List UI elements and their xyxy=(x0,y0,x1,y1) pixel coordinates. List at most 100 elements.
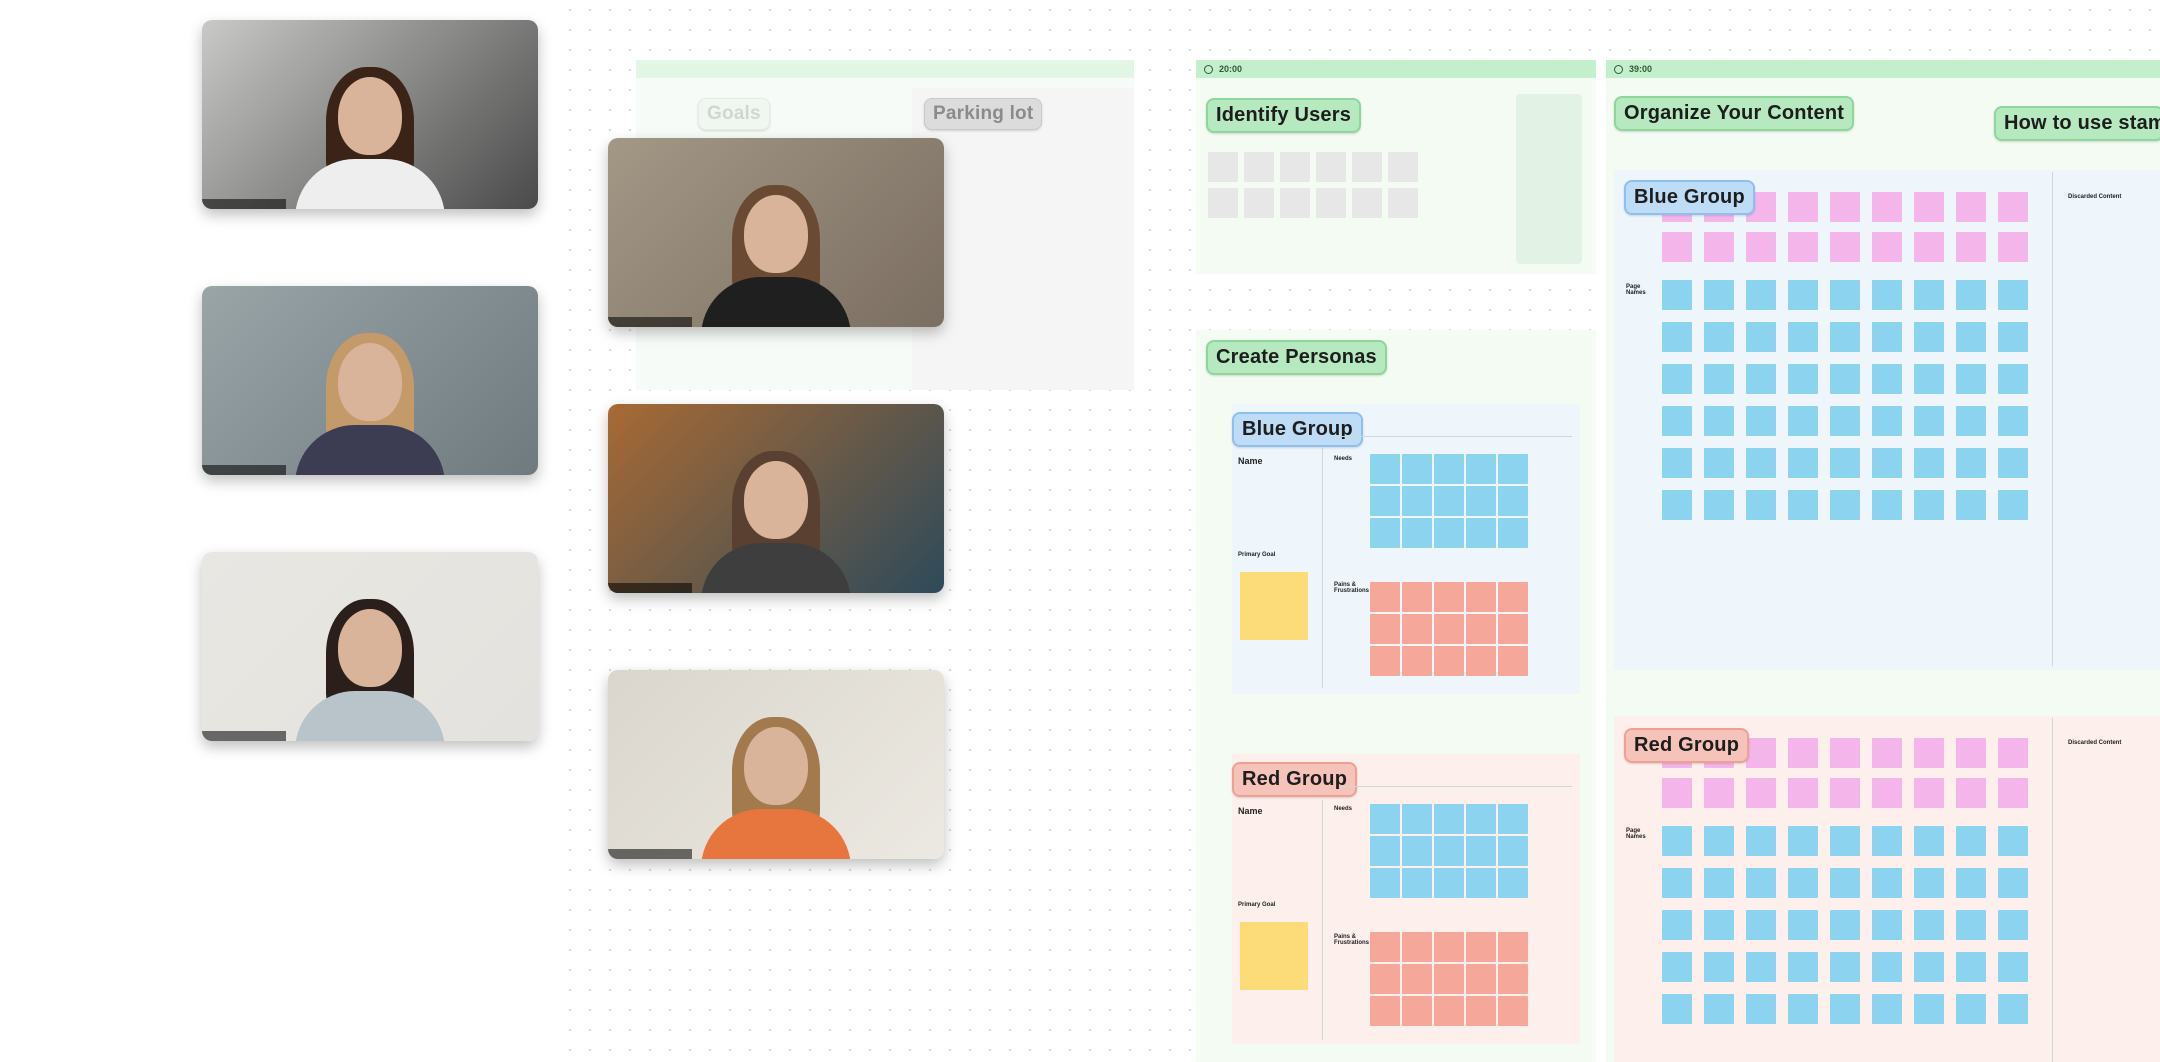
content-sticky[interactable] xyxy=(1956,448,1986,478)
content-sticky[interactable] xyxy=(1746,280,1776,310)
content-sticky[interactable] xyxy=(1914,232,1944,262)
content-sticky[interactable] xyxy=(1788,364,1818,394)
video-tile[interactable] xyxy=(608,404,944,593)
content-sticky[interactable] xyxy=(1998,192,2028,222)
content-sticky[interactable] xyxy=(1662,232,1692,262)
user-sticky[interactable] xyxy=(1244,188,1274,218)
video-tile[interactable] xyxy=(202,286,538,475)
persona-blue-group-label[interactable]: Blue Group xyxy=(1232,412,1363,447)
pains-sticky[interactable] xyxy=(1402,646,1432,676)
pains-sticky[interactable] xyxy=(1370,996,1400,1026)
user-sticky[interactable] xyxy=(1280,188,1310,218)
goals-label[interactable]: Goals xyxy=(698,98,770,130)
needs-sticky[interactable] xyxy=(1370,836,1400,866)
content-sticky[interactable] xyxy=(1914,192,1944,222)
content-sticky[interactable] xyxy=(1830,490,1860,520)
content-sticky[interactable] xyxy=(1998,910,2028,940)
needs-sticky[interactable] xyxy=(1434,454,1464,484)
content-sticky[interactable] xyxy=(1956,994,1986,1024)
organize-red-group-label[interactable]: Red Group xyxy=(1624,728,1750,763)
needs-sticky[interactable] xyxy=(1402,836,1432,866)
content-sticky[interactable] xyxy=(1914,322,1944,352)
pains-sticky[interactable] xyxy=(1498,964,1528,994)
content-sticky[interactable] xyxy=(1704,868,1734,898)
video-tile[interactable] xyxy=(608,138,944,327)
content-sticky[interactable] xyxy=(1704,994,1734,1024)
user-sticky[interactable] xyxy=(1208,188,1238,218)
content-sticky[interactable] xyxy=(1662,826,1692,856)
user-sticky[interactable] xyxy=(1388,188,1418,218)
pains-sticky[interactable] xyxy=(1434,646,1464,676)
content-sticky[interactable] xyxy=(1662,910,1692,940)
needs-sticky[interactable] xyxy=(1434,518,1464,548)
needs-sticky[interactable] xyxy=(1434,804,1464,834)
pains-sticky[interactable] xyxy=(1370,582,1400,612)
content-sticky[interactable] xyxy=(1830,232,1860,262)
content-sticky[interactable] xyxy=(1998,322,2028,352)
needs-sticky[interactable] xyxy=(1466,836,1496,866)
content-sticky[interactable] xyxy=(1872,322,1902,352)
needs-sticky[interactable] xyxy=(1498,518,1528,548)
pains-sticky[interactable] xyxy=(1466,646,1496,676)
needs-sticky[interactable] xyxy=(1466,486,1496,516)
content-sticky[interactable] xyxy=(1788,192,1818,222)
pains-sticky[interactable] xyxy=(1466,964,1496,994)
content-sticky[interactable] xyxy=(1746,490,1776,520)
content-sticky[interactable] xyxy=(1746,406,1776,436)
user-sticky[interactable] xyxy=(1352,188,1382,218)
content-sticky[interactable] xyxy=(1998,232,2028,262)
content-sticky[interactable] xyxy=(1704,406,1734,436)
content-sticky[interactable] xyxy=(1914,826,1944,856)
content-sticky[interactable] xyxy=(1872,280,1902,310)
content-sticky[interactable] xyxy=(1830,738,1860,768)
content-sticky[interactable] xyxy=(1704,448,1734,478)
content-sticky[interactable] xyxy=(1830,192,1860,222)
needs-sticky[interactable] xyxy=(1466,804,1496,834)
content-sticky[interactable] xyxy=(1872,406,1902,436)
needs-sticky[interactable] xyxy=(1434,836,1464,866)
user-sticky[interactable] xyxy=(1316,188,1346,218)
content-sticky[interactable] xyxy=(1998,364,2028,394)
needs-sticky[interactable] xyxy=(1434,486,1464,516)
content-sticky[interactable] xyxy=(1956,364,1986,394)
content-sticky[interactable] xyxy=(1956,192,1986,222)
content-sticky[interactable] xyxy=(1788,994,1818,1024)
content-sticky[interactable] xyxy=(1914,280,1944,310)
content-sticky[interactable] xyxy=(1788,910,1818,940)
content-sticky[interactable] xyxy=(1830,994,1860,1024)
pains-sticky[interactable] xyxy=(1370,964,1400,994)
content-sticky[interactable] xyxy=(1872,994,1902,1024)
content-sticky[interactable] xyxy=(1830,448,1860,478)
content-sticky[interactable] xyxy=(1998,738,2028,768)
content-sticky[interactable] xyxy=(1956,280,1986,310)
video-tile[interactable] xyxy=(608,670,944,859)
parking-lot-label[interactable]: Parking lot xyxy=(924,98,1043,130)
pains-sticky[interactable] xyxy=(1434,614,1464,644)
video-tile[interactable] xyxy=(202,20,538,209)
content-sticky[interactable] xyxy=(1914,364,1944,394)
content-sticky[interactable] xyxy=(1830,778,1860,808)
needs-sticky[interactable] xyxy=(1434,868,1464,898)
content-sticky[interactable] xyxy=(1956,826,1986,856)
content-sticky[interactable] xyxy=(1872,738,1902,768)
content-sticky[interactable] xyxy=(1914,738,1944,768)
pains-sticky[interactable] xyxy=(1402,582,1432,612)
content-sticky[interactable] xyxy=(1746,448,1776,478)
pains-sticky[interactable] xyxy=(1498,996,1528,1026)
needs-sticky[interactable] xyxy=(1498,486,1528,516)
content-sticky[interactable] xyxy=(1830,322,1860,352)
content-sticky[interactable] xyxy=(1956,910,1986,940)
pains-sticky[interactable] xyxy=(1498,646,1528,676)
content-sticky[interactable] xyxy=(1998,490,2028,520)
content-sticky[interactable] xyxy=(1998,868,2028,898)
content-sticky[interactable] xyxy=(1662,778,1692,808)
content-sticky[interactable] xyxy=(1746,952,1776,982)
pains-sticky[interactable] xyxy=(1434,996,1464,1026)
needs-sticky[interactable] xyxy=(1498,804,1528,834)
content-sticky[interactable] xyxy=(1788,826,1818,856)
content-sticky[interactable] xyxy=(1998,778,2028,808)
content-sticky[interactable] xyxy=(1788,280,1818,310)
needs-sticky[interactable] xyxy=(1370,486,1400,516)
content-sticky[interactable] xyxy=(1662,490,1692,520)
content-sticky[interactable] xyxy=(1662,448,1692,478)
